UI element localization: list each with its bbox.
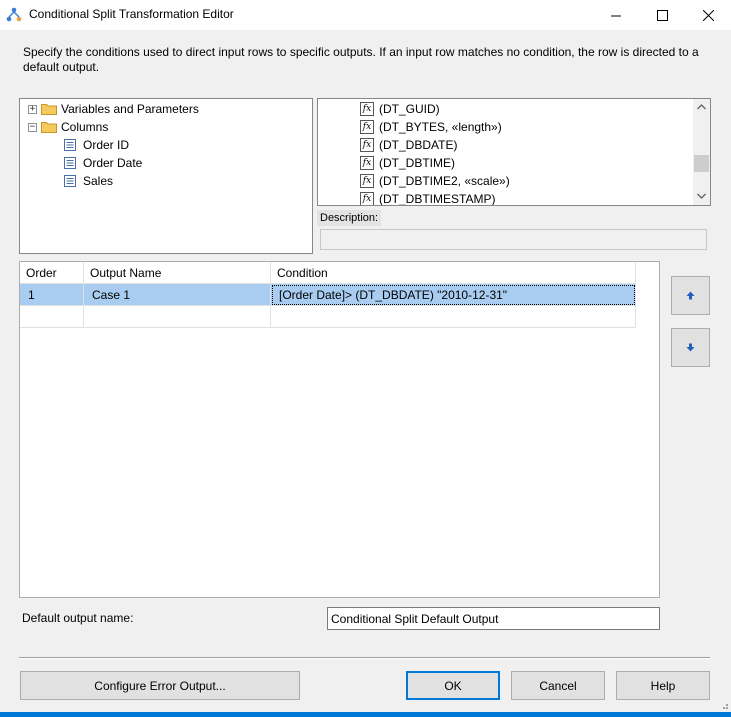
functions-tree[interactable]: fx (DT_GUID) fx (DT_BYTES, «length») fx … [317,98,711,206]
function-icon: fx [360,120,374,134]
separator [19,657,710,659]
scroll-up-icon[interactable] [697,104,706,110]
window-title: Conditional Split Transformation Editor [29,7,234,21]
tree-label-columns: Columns [61,120,109,134]
description-box [320,229,707,250]
function-icon: fx [360,174,374,188]
column-icon [64,175,76,187]
title-bar: Conditional Split Transformation Editor [0,0,731,30]
tree-column-order-date[interactable]: Order Date [64,154,142,172]
resize-grip-icon[interactable] [719,700,729,710]
function-item[interactable]: fx (DT_DBDATE) [360,136,457,154]
function-icon: fx [360,102,374,116]
folder-icon [41,122,57,133]
tree-node-columns[interactable]: − Columns [28,118,108,136]
tree-label-variables: Variables and Parameters [61,102,199,116]
configure-error-output-button[interactable]: Configure Error Output... [20,671,300,700]
function-icon: fx [360,156,374,170]
instructions-text: Specify the conditions used to direct in… [23,45,699,74]
collapse-minus-icon[interactable]: − [28,122,37,132]
column-label: Order Date [83,156,143,170]
scroll-down-icon[interactable] [697,193,706,199]
tree-column-sales[interactable]: Sales [64,172,113,190]
function-label: (DT_DBDATE) [379,138,458,152]
function-item[interactable]: fx (DT_DBTIMESTAMP) [360,190,496,206]
arrow-down-icon [686,343,695,352]
columns-tree[interactable]: + Variables and Parameters − Columns Ord… [19,98,313,254]
vertical-scrollbar[interactable] [693,99,710,205]
ok-button[interactable]: OK [406,671,500,700]
cell-output-name[interactable]: Case 1 [84,284,271,306]
column-header-condition[interactable]: Condition [271,262,636,284]
cancel-button[interactable]: Cancel [511,671,605,700]
scrollbar-thumb[interactable] [694,155,709,172]
close-button[interactable] [685,0,731,30]
maximize-icon [656,9,668,21]
function-item[interactable]: fx (DT_BYTES, «length») [360,118,502,136]
app-icon [6,7,22,22]
default-output-name-input[interactable] [327,607,660,630]
column-icon [64,157,76,169]
column-header-order[interactable]: Order [20,262,84,284]
tree-node-variables[interactable]: + Variables and Parameters [28,100,199,118]
minimize-button[interactable] [593,0,639,30]
default-output-label: Default output name: [22,611,134,625]
new-row-cell-condition[interactable] [271,306,636,328]
function-label: (DT_DBTIME2, «scale») [379,174,510,188]
move-down-button[interactable] [671,328,710,367]
close-icon [702,9,714,21]
cell-order[interactable]: 1 [20,284,84,306]
function-label: (DT_BYTES, «length») [379,120,502,134]
column-label: Order ID [83,138,130,152]
cell-condition[interactable]: [Order Date]> (DT_DBDATE) "2010-12-31" [271,284,636,306]
column-icon [64,139,76,151]
column-header-output-name[interactable]: Output Name [84,262,271,284]
folder-icon [41,104,57,115]
function-label: (DT_DBTIME) [379,156,455,170]
column-label: Sales [83,174,114,188]
function-item[interactable]: fx (DT_GUID) [360,100,440,118]
expand-plus-icon[interactable]: + [28,104,37,114]
arrow-up-icon [686,291,695,300]
function-item[interactable]: fx (DT_DBTIME) [360,154,455,172]
maximize-button[interactable] [639,0,685,30]
help-button[interactable]: Help [616,671,710,700]
description-label: Description: [317,210,382,226]
new-row-cell-output-name[interactable] [84,306,271,328]
function-label: (DT_DBTIMESTAMP) [379,192,496,206]
function-item[interactable]: fx (DT_DBTIME2, «scale») [360,172,510,190]
window-border [0,712,731,717]
new-row-cell-order[interactable] [20,306,84,328]
tree-column-order-id[interactable]: Order ID [64,136,129,154]
function-icon: fx [360,192,374,205]
function-label: (DT_GUID) [379,102,440,116]
function-icon: fx [360,138,374,152]
move-up-button[interactable] [671,276,710,315]
conditions-grid[interactable]: Order Output Name Condition 1 Case 1 [Or… [19,261,660,598]
minimize-icon [610,15,621,16]
